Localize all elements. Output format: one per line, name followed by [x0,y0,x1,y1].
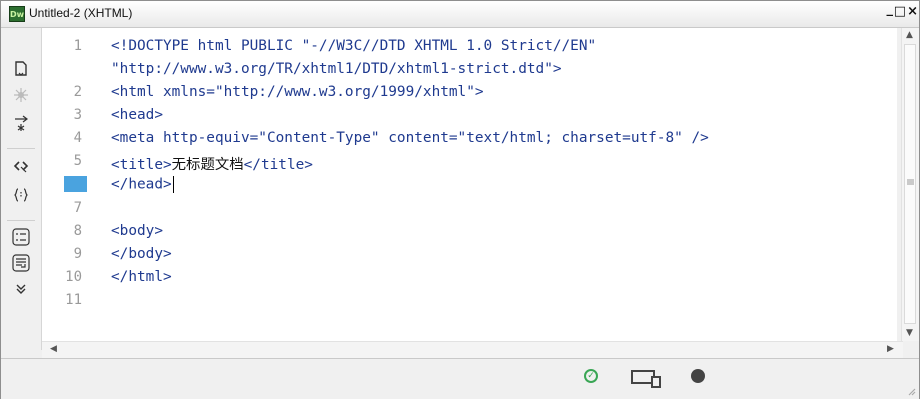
line-number: 7 [73,200,82,216]
title-bar: Dw Untitled-2 (XHTML) _ □ × [1,1,919,28]
line-number: 1 [73,38,82,54]
coding-toolbar [1,28,42,350]
scroll-left-arrow-icon[interactable]: ◀ [50,344,57,354]
line-number: 5 [73,153,82,169]
text-caret [172,176,174,193]
vertical-scroll-thumb[interactable] [904,44,916,324]
code-line: <meta http-equiv="Content-Type" content=… [111,130,709,146]
dreamweaver-logo-icon: Dw [9,6,25,22]
code-title-close: </title> [243,157,313,173]
scroll-right-arrow-icon[interactable]: ▶ [887,344,894,354]
code-line: "http://www.w3.org/TR/xhtml1/DTD/xhtml1-… [111,61,562,77]
close-button[interactable]: × [907,4,918,19]
horizontal-scrollbar[interactable]: ◀ ▶ [42,341,903,358]
code-line-title: <title>无标题文档</title> [111,153,313,174]
window-title: Untitled-2 (XHTML) [29,6,133,20]
status-bar: ✓ [1,358,919,399]
code-line-active: </head> [111,176,174,193]
editor-window: Dw Untitled-2 (XHTML) _ □ × 1 2 3 4 5 7 … [0,0,920,399]
line-number: 4 [73,130,82,146]
collapse-full-tag-icon[interactable] [10,112,32,134]
toolbar-separator [7,220,35,221]
code-line: <html xmlns="http://www.w3.org/1999/xhtm… [111,84,484,100]
more-options-icon[interactable] [10,278,32,300]
code-title-open: <title> [111,157,172,173]
line-number: 8 [73,223,82,239]
code-line: </body> [111,246,172,262]
code-line: </html> [111,269,172,285]
scroll-up-arrow-icon[interactable]: ▲ [906,30,913,40]
device-preview-icon[interactable] [631,370,661,388]
code-title-text: 无标题文档 [171,157,244,173]
code-editor[interactable]: <!DOCTYPE html PUBLIC "-//W3C//DTD XHTML… [87,28,897,341]
toolbar-separator [7,148,35,149]
select-parent-tag-icon[interactable] [10,156,32,178]
code-line: <body> [111,223,163,239]
line-number: 9 [73,246,82,262]
show-code-navigator-icon[interactable] [10,84,32,106]
check-circle-icon[interactable]: ✓ [584,369,598,383]
preview-browser-icon[interactable] [691,369,705,383]
resize-grip-icon[interactable] [906,386,916,396]
line-number: 11 [65,292,82,308]
line-number: 10 [65,269,82,285]
code-line: <head> [111,107,163,123]
balance-braces-icon[interactable] [10,184,32,206]
line-number-gutter: 1 2 3 4 5 6 7 8 9 10 11 [42,28,100,341]
line-number: 2 [73,84,82,100]
word-wrap-icon[interactable] [10,252,32,274]
code-line: <!DOCTYPE html PUBLIC "-//W3C//DTD XHTML… [111,38,597,54]
line-numbers-icon[interactable] [10,226,32,248]
scroll-down-arrow-icon[interactable]: ▼ [906,328,913,338]
code-line-text: </head> [111,176,172,193]
maximize-button[interactable]: □ [894,4,906,19]
open-documents-icon[interactable] [10,58,32,80]
line-number: 3 [73,107,82,123]
minimize-button[interactable]: _ [887,2,894,17]
vertical-scrollbar[interactable]: ▲ ▼ [901,28,919,341]
